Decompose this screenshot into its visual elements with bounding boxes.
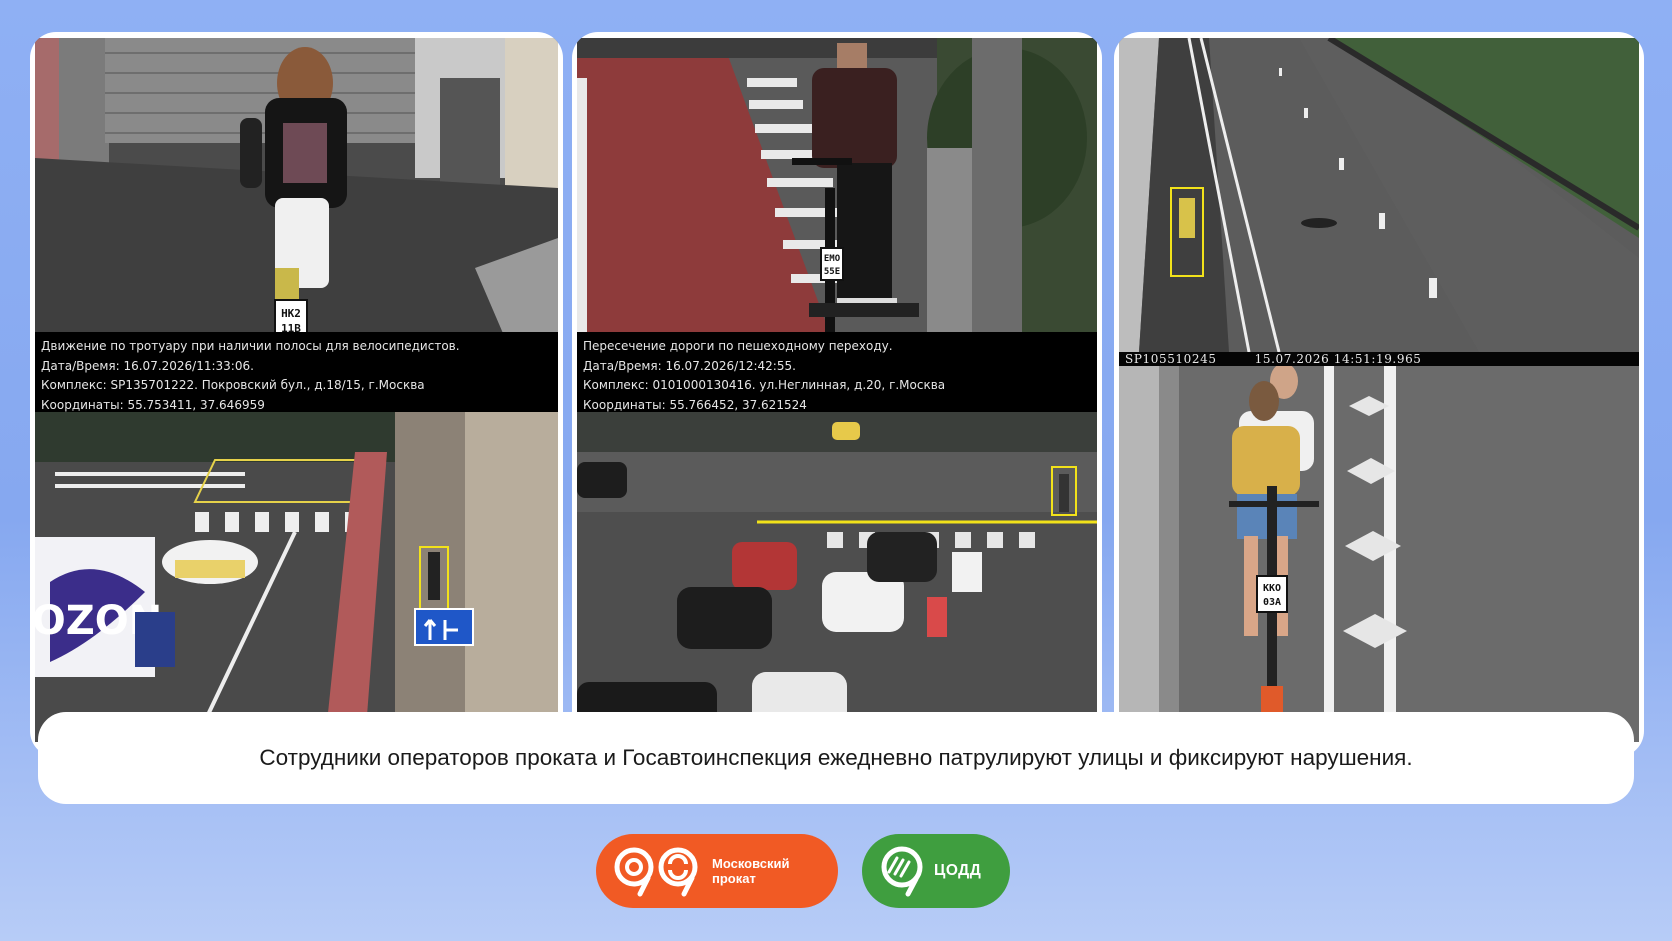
violation-title: Движение по тротуару при наличии полосы … [41, 339, 460, 353]
violation-title: Пересечение дороги по пешеходному перехо… [583, 339, 893, 353]
violation-info: Движение по тротуару при наличии полосы … [35, 332, 558, 412]
camera-overview-bike-lane [1119, 38, 1639, 352]
violation-complex: Комплекс: 0101000130416. ул.Неглинная, д… [583, 378, 946, 392]
violation-card-crosswalk: EMO 55E Пересечение дороги по пешеходном… [572, 32, 1102, 757]
scooter-plate-line1: KKO [1263, 583, 1281, 594]
moscow-rental-emblem-icon [614, 847, 698, 897]
camera-timestamp: 15.07.2026 14:51:19.965 [1254, 352, 1422, 366]
camera-device-id: SP105510245 [1125, 352, 1217, 366]
camera-photo-crosswalk: EMO 55E [577, 38, 1097, 353]
camera-overview-pokrovsky: OZON [35, 412, 558, 742]
codd-logo: ЦОДД [862, 834, 1010, 908]
scooter-plate-line1: HK2 [281, 307, 301, 320]
scooter-plate-line2: 55E [824, 267, 840, 277]
violation-card-sidewalk: HK2 11B Движение по тротуару при наличии… [30, 32, 563, 757]
scooter-plate-line1: EMO [824, 254, 841, 264]
violation-datetime: Дата/Время: 16.07.2026/11:33:06. [41, 358, 254, 373]
caption-banner: Сотрудники операторов проката и Госавтои… [38, 712, 1634, 804]
moscow-rental-name-line2: прокат [712, 871, 756, 886]
moscow-rental-logo: Московский прокат [596, 834, 838, 908]
violation-complex: Комплекс: SP135701222. Покровский бул., … [41, 378, 425, 392]
violation-info: Пересечение дороги по пешеходному перехо… [577, 332, 1097, 412]
violation-datetime: Дата/Время: 16.07.2026/12:42:55. [583, 358, 796, 373]
codd-name: ЦОДД [934, 862, 982, 879]
camera-overview-neglinnaya [577, 412, 1097, 742]
camera-photo-bike-lane-riders: KKO 03A [1119, 366, 1639, 742]
scooter-plate-line2: 03A [1263, 597, 1281, 608]
caption-text: Сотрудники операторов проката и Госавтои… [259, 745, 1413, 770]
codd-emblem-icon [881, 846, 923, 897]
camera-stamp: SP105510245 15.07.2026 14:51:19.965 [1119, 352, 1639, 366]
moscow-rental-name-line1: Московский [712, 856, 790, 871]
camera-photo-sidewalk: HK2 11B [35, 38, 558, 353]
camera-card-bike-lane: SP105510245 15.07.2026 14:51:19.965 KKO [1114, 32, 1644, 757]
